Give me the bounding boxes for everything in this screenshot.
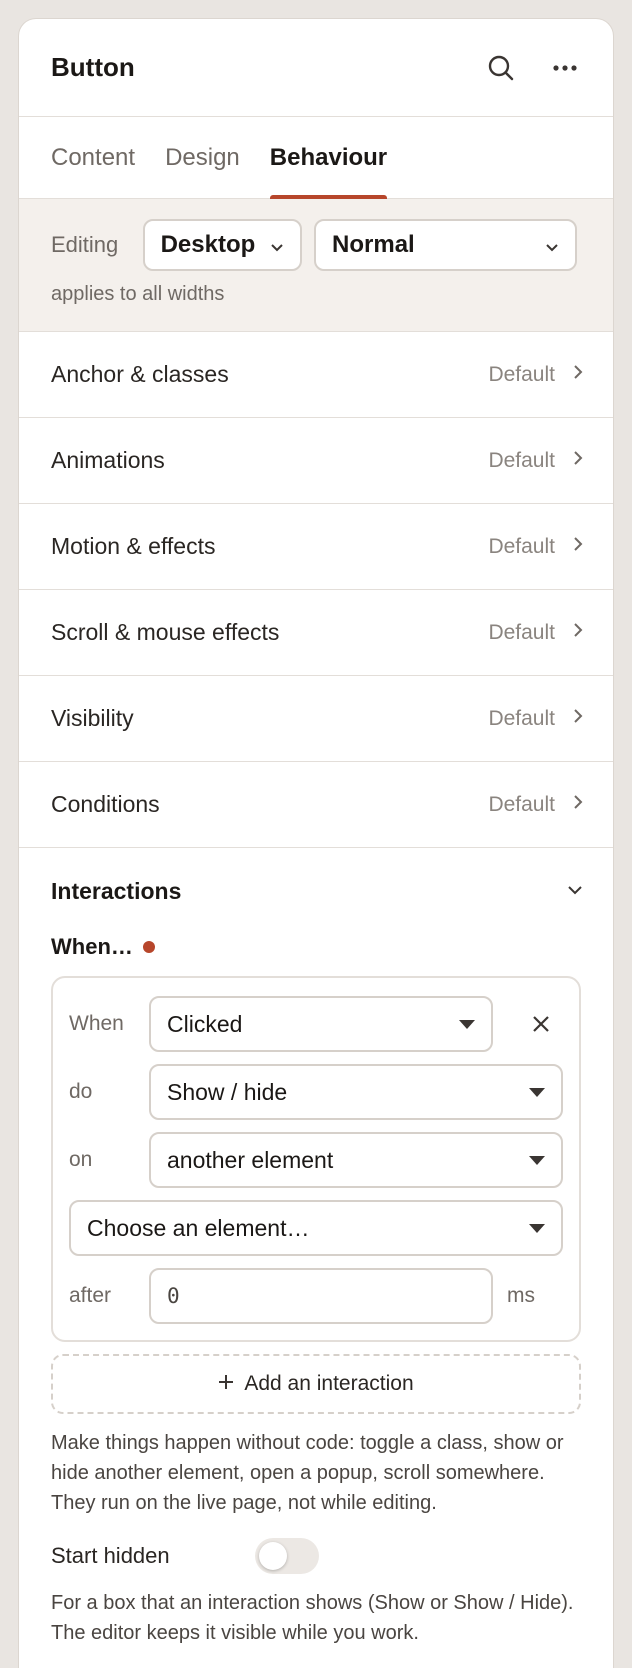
panel-header: Button xyxy=(19,19,613,117)
chevron-right-icon xyxy=(573,450,583,471)
start-hidden-help-text: For a box that an interaction shows (Sho… xyxy=(51,1592,574,1644)
add-interaction-button[interactable]: Add an interaction xyxy=(51,1354,581,1414)
interactions-help-text: Make things happen without code: toggle … xyxy=(51,1432,564,1514)
editing-note: applies to all widths xyxy=(51,283,225,305)
when-heading-label: When… xyxy=(51,934,133,959)
action-select[interactable]: Show / hide xyxy=(149,1064,563,1120)
tab-content[interactable]: Content xyxy=(51,144,135,198)
section-conditions[interactable]: Conditions Default xyxy=(19,762,613,848)
more-options-icon[interactable] xyxy=(547,50,583,86)
section-label: Visibility xyxy=(51,705,134,731)
section-label: Interactions xyxy=(51,877,182,904)
state-select[interactable]: Normal xyxy=(314,219,577,271)
editing-context: Editing Desktop Normal applies to all wi… xyxy=(19,199,613,332)
section-motion-effects[interactable]: Motion & effects Default xyxy=(19,504,613,590)
panel-title: Button xyxy=(51,52,135,82)
section-value: Default xyxy=(488,534,555,558)
caret-down-icon xyxy=(459,1019,475,1029)
section-value: Default xyxy=(488,362,555,386)
after-label: after xyxy=(69,1284,112,1307)
delay-input[interactable]: 0 xyxy=(149,1268,493,1324)
section-label: Anchor & classes xyxy=(51,361,229,387)
when-heading: When… xyxy=(19,932,613,962)
chevron-right-icon xyxy=(573,794,583,815)
interaction-card: When Clicked do Show / hide on another e… xyxy=(51,976,581,1342)
section-label: Motion & effects xyxy=(51,533,216,559)
section-value: Default xyxy=(488,620,555,644)
start-hidden-row: Start hidden xyxy=(19,1538,613,1574)
chevron-right-icon xyxy=(573,536,583,557)
chevron-down-icon xyxy=(270,231,284,259)
target-select-value: another element xyxy=(167,1146,334,1173)
on-label: on xyxy=(69,1148,93,1171)
section-scroll-mouse-effects[interactable]: Scroll & mouse effects Default xyxy=(19,590,613,676)
chevron-right-icon xyxy=(573,708,583,729)
search-icon[interactable] xyxy=(483,50,519,86)
delay-unit: ms xyxy=(507,1284,535,1307)
header-actions xyxy=(483,50,583,86)
chevron-down-icon xyxy=(545,231,559,259)
section-anchor-classes[interactable]: Anchor & classes Default xyxy=(19,332,613,418)
section-visibility[interactable]: Visibility Default xyxy=(19,676,613,762)
caret-down-icon xyxy=(529,1087,545,1097)
chevron-down-icon xyxy=(567,882,583,900)
start-hidden-label: Start hidden xyxy=(51,1543,170,1568)
start-hidden-toggle[interactable] xyxy=(255,1538,319,1574)
toggle-knob xyxy=(259,1542,287,1570)
trigger-select-value: Clicked xyxy=(167,1010,243,1037)
chevron-right-icon xyxy=(573,364,583,385)
state-select-value: Normal xyxy=(332,231,415,258)
modified-dot-icon xyxy=(142,941,155,953)
editing-label: Editing xyxy=(51,232,119,257)
settings-panel: Button Content Design Behaviour Editing … xyxy=(18,18,614,1668)
tab-bar: Content Design Behaviour xyxy=(19,117,613,199)
section-animations[interactable]: Animations Default xyxy=(19,418,613,504)
section-value: Default xyxy=(488,706,555,730)
trigger-select[interactable]: Clicked xyxy=(149,996,493,1052)
section-label: Animations xyxy=(51,447,165,473)
element-select-placeholder: Choose an element… xyxy=(87,1214,310,1241)
plus-icon xyxy=(218,1372,234,1396)
action-select-value: Show / hide xyxy=(167,1078,288,1105)
section-interactions[interactable]: Interactions xyxy=(19,848,613,934)
element-select[interactable]: Choose an element… xyxy=(69,1200,563,1256)
close-icon[interactable] xyxy=(521,1004,561,1044)
device-select[interactable]: Desktop xyxy=(142,219,303,271)
do-label: do xyxy=(69,1080,93,1103)
when-label: When xyxy=(69,1012,124,1035)
add-interaction-label: Add an interaction xyxy=(244,1372,414,1395)
caret-down-icon xyxy=(529,1223,545,1233)
chevron-right-icon xyxy=(573,622,583,643)
section-label: Scroll & mouse effects xyxy=(51,619,280,645)
device-select-value: Desktop xyxy=(160,231,256,258)
tab-design[interactable]: Design xyxy=(165,144,240,198)
tab-behaviour[interactable]: Behaviour xyxy=(269,144,388,199)
section-value: Default xyxy=(488,792,555,816)
section-value: Default xyxy=(488,448,555,472)
caret-down-icon xyxy=(529,1155,545,1165)
section-label: Conditions xyxy=(51,791,160,817)
target-select[interactable]: another element xyxy=(149,1132,563,1188)
